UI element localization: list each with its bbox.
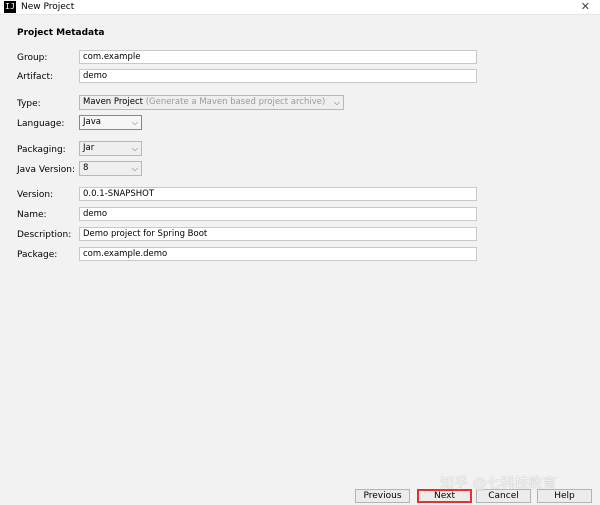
version-label: Version: [17,190,54,200]
description-label: Description: [17,230,72,240]
chevron-down-icon: ⌵ [333,98,340,107]
java-version-select-value: 8 [83,163,89,173]
package-label: Package: [17,250,58,260]
title-bar: IJ New Project ✕ [0,0,600,15]
package-field[interactable]: com.example.demo [79,247,477,261]
name-label: Name: [17,210,47,220]
java-version-select[interactable]: 8 ⌵ [79,161,142,176]
name-field[interactable]: demo [79,207,477,221]
version-field[interactable]: 0.0.1-SNAPSHOT [79,187,477,201]
group-label: Group: [17,53,48,63]
chevron-down-icon: ⌵ [131,118,138,127]
watermark: 知乎 @七科技教育 [440,476,557,492]
close-icon[interactable]: ✕ [581,0,590,14]
artifact-label: Artifact: [17,72,54,82]
section-title: Project Metadata [17,28,105,38]
language-label: Language: [17,119,65,129]
app-logo-icon: IJ [4,1,16,13]
chevron-down-icon: ⌵ [131,164,138,173]
type-label: Type: [17,99,41,109]
type-select-hint: (Generate a Maven based project archive) [145,97,326,107]
window-title: New Project [21,2,75,12]
group-field[interactable]: com.example [79,50,477,64]
description-field[interactable]: Demo project for Spring Boot [79,227,477,241]
dialog-content: Project Metadata Group: com.example Arti… [0,15,600,505]
chevron-down-icon: ⌵ [131,144,138,153]
language-select-value: Java [83,117,101,127]
artifact-field[interactable]: demo [79,69,477,83]
java-version-label: Java Version: [17,165,75,175]
packaging-select[interactable]: Jar ⌵ [79,141,142,156]
packaging-select-value: Jar [83,143,95,153]
previous-button[interactable]: Previous [355,489,410,503]
language-select[interactable]: Java ⌵ [79,115,142,130]
type-select[interactable]: Maven Project (Generate a Maven based pr… [79,95,344,110]
type-select-value: Maven Project [83,97,143,107]
packaging-label: Packaging: [17,145,66,155]
